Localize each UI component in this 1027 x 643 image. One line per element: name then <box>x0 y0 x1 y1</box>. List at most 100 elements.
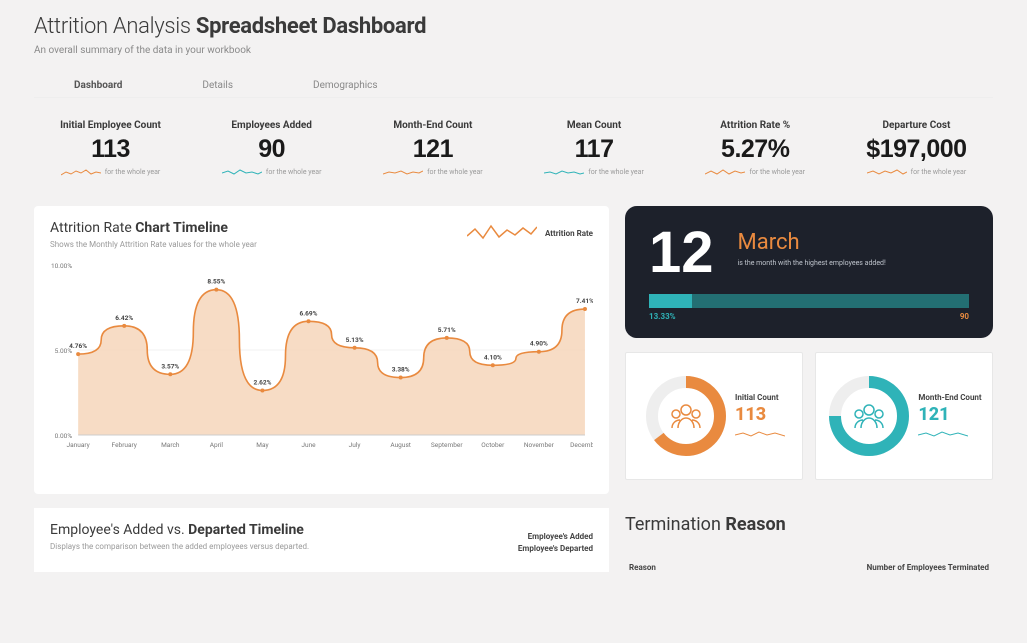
kpi-footer: for the whole year <box>911 168 967 176</box>
page-title: Attrition Analysis Spreadsheet Dashboard <box>34 14 993 39</box>
kpi-value: 121 <box>360 135 505 164</box>
svg-text:4.76%: 4.76% <box>69 342 87 350</box>
svg-text:September: September <box>431 441 463 449</box>
svg-text:March: March <box>161 441 180 449</box>
termination-block: Termination Reason Reason Number of Empl… <box>625 508 993 572</box>
svg-text:November: November <box>524 441 555 449</box>
kpi-footer: for the whole year <box>105 168 161 176</box>
highlight-desc: is the month with the highest employees … <box>738 259 969 268</box>
bar-right-label: 90 <box>960 312 969 321</box>
kpi-label: Month-End Count <box>360 120 505 131</box>
svg-text:October: October <box>481 441 505 449</box>
kpi-footer: for the whole year <box>266 168 322 176</box>
donut-value: 121 <box>918 404 981 425</box>
kpi-footer: for the whole year <box>427 168 483 176</box>
title-light: Attrition Analysis <box>34 14 191 39</box>
page-subtitle: An overall summary of the data in your w… <box>34 45 993 56</box>
svg-text:8.55%: 8.55% <box>207 278 225 286</box>
sparkline-icon <box>383 166 423 178</box>
termination-col-reason: Reason <box>629 563 656 572</box>
tab-dashboard[interactable]: Dashboard <box>34 80 162 97</box>
timeline-card: Employee's Added vs. Departed Timeline D… <box>34 508 609 572</box>
tab-details[interactable]: Details <box>162 80 273 97</box>
kpi-value: $197,000 <box>844 135 989 164</box>
sparkline-icon <box>222 166 262 178</box>
donut-label: Month-End Count <box>918 393 981 402</box>
svg-text:6.69%: 6.69% <box>300 309 318 317</box>
kpi-label: Employees Added <box>199 120 344 131</box>
timeline-title-bold: Departed Timeline <box>188 522 304 538</box>
svg-text:May: May <box>256 441 268 449</box>
svg-text:December: December <box>570 441 593 449</box>
sparkline-icon <box>544 166 584 178</box>
svg-text:0.00%: 0.00% <box>55 432 73 440</box>
svg-text:5.13%: 5.13% <box>346 336 364 344</box>
svg-text:July: July <box>349 441 361 449</box>
tabs: Dashboard Details Demographics <box>34 80 993 98</box>
kpi-value: 117 <box>522 135 667 164</box>
svg-text:April: April <box>210 441 224 449</box>
legend-label: Attrition Rate <box>545 229 593 238</box>
kpi-label: Attrition Rate % <box>683 120 828 131</box>
kpi-mean: Mean Count 117 for the whole year <box>522 120 667 178</box>
kpi-initial: Initial Employee Count 113 for the whole… <box>38 120 183 178</box>
kpi-cost: Departure Cost $197,000 for the whole ye… <box>844 120 989 178</box>
highlight-number: 12 <box>649 224 714 282</box>
kpi-value: 90 <box>199 135 344 164</box>
donut-value: 113 <box>735 404 785 425</box>
people-icon <box>852 402 886 430</box>
attrition-chart-card: Attrition Rate Chart Timeline Shows the … <box>34 206 609 494</box>
chart-subtitle: Shows the Monthly Attrition Rate values … <box>50 240 257 249</box>
termination-title: Termination Reason <box>625 514 993 535</box>
donut-label: Initial Count <box>735 393 785 402</box>
svg-text:2.62%: 2.62% <box>253 378 271 386</box>
timeline-title-light: Employee's Added vs. <box>50 522 185 538</box>
kpi-monthend: Month-End Count 121 for the whole year <box>360 120 505 178</box>
kpi-label: Departure Cost <box>844 120 989 131</box>
svg-text:4.10%: 4.10% <box>484 353 502 361</box>
bar-left-label: 13.33% <box>649 312 676 321</box>
title-bold: Spreadsheet Dashboard <box>196 14 426 39</box>
kpi-label: Initial Employee Count <box>38 120 183 131</box>
sparkline-icon <box>918 427 968 439</box>
legend-sparkline-icon <box>467 222 537 244</box>
highlight-card: 12 March is the month with the highest e… <box>625 206 993 338</box>
donut-monthend-card: Month-End Count 121 <box>815 352 993 480</box>
svg-text:August: August <box>390 441 411 449</box>
svg-text:4.90%: 4.90% <box>530 340 548 348</box>
kpi-value: 5.27% <box>683 135 828 164</box>
title-block: Attrition Analysis Spreadsheet Dashboard… <box>34 14 993 56</box>
svg-text:3.57%: 3.57% <box>161 362 179 370</box>
kpi-added: Employees Added 90 for the whole year <box>199 120 344 178</box>
sparkline-icon <box>61 166 101 178</box>
kpi-value: 113 <box>38 135 183 164</box>
termination-col-count: Number of Employees Terminated <box>867 563 989 572</box>
chart-title-light: Attrition Rate <box>50 220 132 236</box>
highlight-month: March <box>738 230 969 255</box>
svg-text:5.71%: 5.71% <box>438 326 456 334</box>
svg-text:February: February <box>112 441 137 449</box>
termination-header-row: Reason Number of Employees Terminated <box>625 563 993 572</box>
attrition-area-chart: 10.00%5.00%0.00%4.76%6.42%3.57%8.55%2.62… <box>50 255 593 455</box>
kpi-footer: for the whole year <box>749 168 805 176</box>
chart-title-bold: Chart Timeline <box>135 220 228 236</box>
svg-text:June: June <box>301 441 316 449</box>
kpi-attrition: Attrition Rate % 5.27% for the whole yea… <box>683 120 828 178</box>
svg-text:January: January <box>67 441 90 449</box>
chart-legend: Attrition Rate <box>467 222 593 244</box>
svg-text:10.00%: 10.00% <box>51 262 72 270</box>
sparkline-icon <box>867 166 907 178</box>
people-icon <box>669 402 703 430</box>
donut-initial-card: Initial Count 113 <box>625 352 803 480</box>
termination-title-light: Termination <box>625 514 721 535</box>
svg-text:6.42%: 6.42% <box>115 314 133 322</box>
sparkline-icon <box>735 427 785 439</box>
kpi-label: Mean Count <box>522 120 667 131</box>
sparkline-icon <box>705 166 745 178</box>
svg-text:3.38%: 3.38% <box>392 366 410 374</box>
svg-text:7.41%: 7.41% <box>576 297 593 305</box>
tab-demographics[interactable]: Demographics <box>273 80 418 97</box>
termination-title-bold: Reason <box>725 514 785 535</box>
highlight-bar: 13.33% 90 <box>649 294 969 321</box>
chart-title: Attrition Rate Chart Timeline <box>50 220 257 236</box>
